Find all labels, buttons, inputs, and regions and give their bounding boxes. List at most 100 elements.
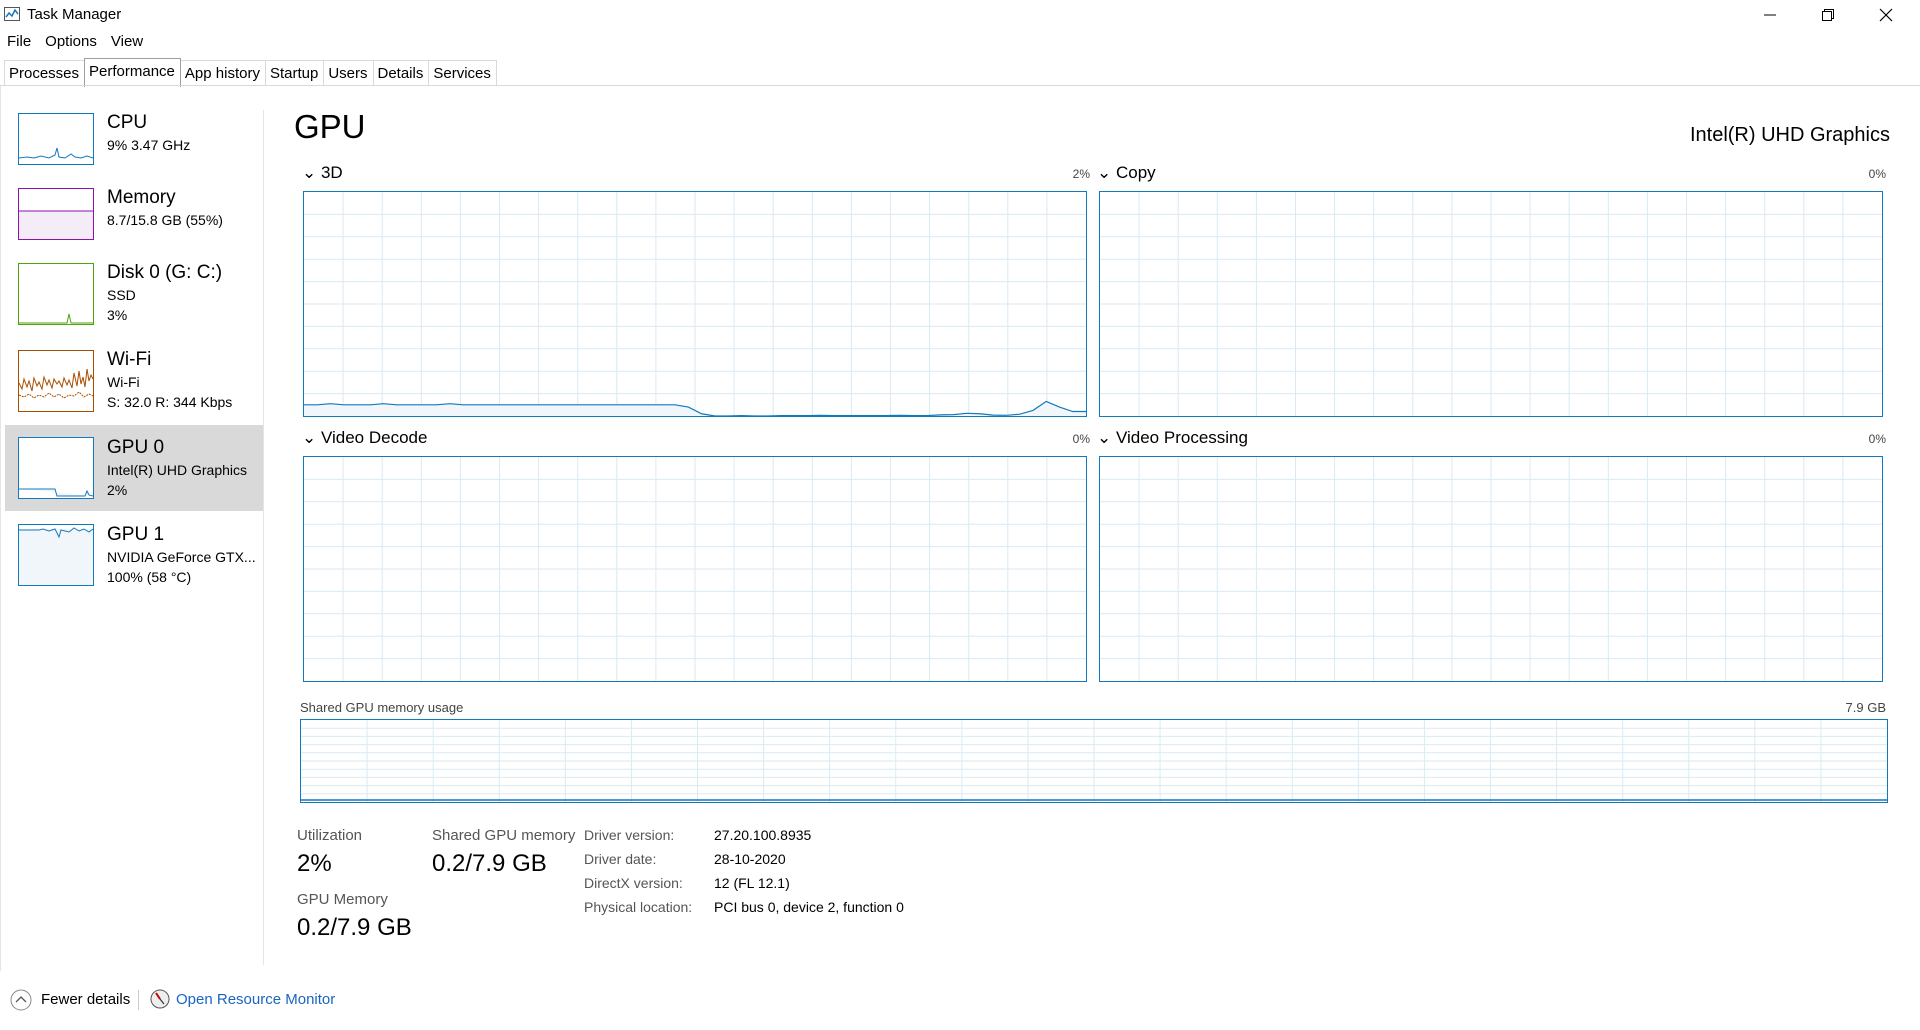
graph-copy [1099,191,1883,417]
chevron-down-icon: ⌄ [302,163,321,182]
graph-video-decode [303,456,1087,682]
physical-location-label: Physical location: [584,899,693,915]
sidebar-item-title: GPU 0 [107,437,165,458]
sidebar-item-memory[interactable]: Memory 8.7/15.8 GB (55%) [5,175,263,261]
sidebar-item-detail: Wi-Fi [107,374,140,390]
chevron-down-icon: ⌄ [1097,428,1116,447]
footer: Fewer details Open Resource Monitor [0,985,1920,1015]
page-title: GPU [294,108,366,145]
restore-button[interactable] [1799,0,1857,30]
memory-mini-chart [19,210,93,239]
directx-version-value: 12 (FL 12.1) [714,875,790,891]
driver-version-label: Driver version: [584,827,675,843]
gpu-device-name: Intel(R) UHD Graphics [1689,124,1890,146]
sidebar-item-detail: 3% [107,307,128,323]
engine-max-percent: 0% [1868,167,1886,181]
tab-users[interactable]: Users [323,60,374,86]
minimize-button[interactable] [1741,0,1799,30]
engine-label: Copy [1115,163,1156,182]
sidebar-item-detail: S: 32.0 R: 344 Kbps [107,394,233,410]
sidebar-item-title: CPU [107,112,148,133]
footer-divider [138,990,139,1010]
menu-options[interactable]: Options [38,30,104,54]
wifi-thumbnail-graph [18,350,94,412]
sidebar-item-detail: 9% 3.47 GHz [107,137,191,153]
menu-file[interactable]: File [0,30,38,54]
open-resource-monitor-link[interactable]: Open Resource Monitor [176,991,335,1008]
sidebar-item-detail: 2% [107,482,128,498]
sidebar-item-cpu[interactable]: CPU 9% 3.47 GHz [5,100,263,186]
engine-selector-video-processing[interactable]: ⌄ Video Processing [1097,428,1248,448]
cpu-thumbnail-graph [18,113,94,165]
engine-label: Video Decode [320,428,428,447]
sidebar-item-title: GPU 1 [107,524,165,545]
sidebar-item-title: Wi-Fi [107,349,152,370]
engine-selector-copy[interactable]: ⌄ Copy [1097,163,1156,183]
sidebar-item-title: Memory [107,187,176,208]
graph-3d-chart [304,192,1086,416]
directx-version-label: DirectX version: [584,875,683,891]
graph-shared-memory-chart [301,720,1887,802]
sidebar-item-detail: Intel(R) UHD Graphics [107,462,248,478]
driver-version-value: 27.20.100.8935 [714,827,812,843]
sidebar-item-gpu1[interactable]: GPU 1 NVIDIA GeForce GTX... 100% (58 °C) [5,512,263,598]
engine-max-percent: 0% [1072,432,1090,446]
graph-video-processing-chart [1100,457,1882,681]
disk-thumbnail-graph [18,263,94,325]
tab-strip: Processes Performance App history Startu… [4,58,497,87]
graph-copy-chart [1100,192,1882,416]
engine-label: Video Processing [1115,428,1248,447]
engine-selector-3d[interactable]: ⌄ 3D [302,163,343,183]
driver-date-value: 28-10-2020 [714,851,786,867]
sidebar-item-detail: NVIDIA GeForce GTX... [107,549,256,565]
sidebar-item-gpu0[interactable]: GPU 0 Intel(R) UHD Graphics 2% [5,425,263,511]
chevron-down-icon: ⌄ [302,428,321,447]
engine-max-percent: 0% [1868,432,1886,446]
tab-divider [0,85,1920,86]
physical-location-value: PCI bus 0, device 2, function 0 [714,899,904,915]
menu-bar: File Options View [0,30,150,54]
close-button[interactable] [1857,0,1915,30]
gpu1-mini-chart [19,527,94,585]
gpu-memory-label: GPU Memory [297,891,388,908]
left-border [0,86,1,971]
window-title: Task Manager [27,6,122,23]
resource-monitor-icon [150,989,170,1009]
tab-startup[interactable]: Startup [264,60,325,86]
cpu-mini-chart [18,147,94,159]
engine-max-percent: 2% [1072,167,1090,181]
tab-performance[interactable]: Performance [84,58,181,87]
engine-label: 3D [320,163,343,182]
tab-processes[interactable]: Processes [4,60,86,86]
sidebar-item-title: Disk 0 (G: C:) [107,262,223,283]
driver-date-label: Driver date: [584,851,657,867]
tab-details[interactable]: Details [372,60,430,86]
sidebar-item-disk[interactable]: Disk 0 (G: C:) SSD 3% [5,250,263,336]
engine-selector-video-decode[interactable]: ⌄ Video Decode [302,428,427,448]
gpu0-thumbnail-graph [18,437,94,499]
gpu-memory-value: 0.2/7.9 GB [297,914,412,941]
sidebar-item-detail: 100% (58 °C) [107,569,192,585]
wifi-mini-chart [18,368,94,399]
graph-3d [303,191,1087,417]
menu-view[interactable]: View [104,30,150,54]
chevron-up-circle-icon[interactable] [10,989,32,1011]
sidebar-divider [263,110,264,965]
graph-video-processing [1099,456,1883,682]
sidebar-item-wifi[interactable]: Wi-Fi Wi-Fi S: 32.0 R: 344 Kbps [5,337,263,423]
sidebar-item-detail: SSD [107,287,136,303]
close-icon [1879,8,1893,22]
tab-app-history[interactable]: App history [179,60,266,86]
shared-memory-label: Shared GPU memory [432,827,576,844]
sidebar-item-detail: 8.7/15.8 GB (55%) [107,212,223,228]
gpu1-thumbnail-graph [18,524,94,586]
task-manager-app-icon [4,7,20,21]
title-bar: Task Manager [0,0,1920,30]
tab-services[interactable]: Services [428,60,497,86]
utilization-value: 2% [297,850,332,877]
shared-memory-graph-label: Shared GPU memory usage [300,700,464,715]
chevron-down-icon: ⌄ [1097,163,1116,182]
utilization-label: Utilization [297,827,363,844]
restore-icon [1822,9,1834,21]
fewer-details-button[interactable]: Fewer details [41,991,130,1008]
